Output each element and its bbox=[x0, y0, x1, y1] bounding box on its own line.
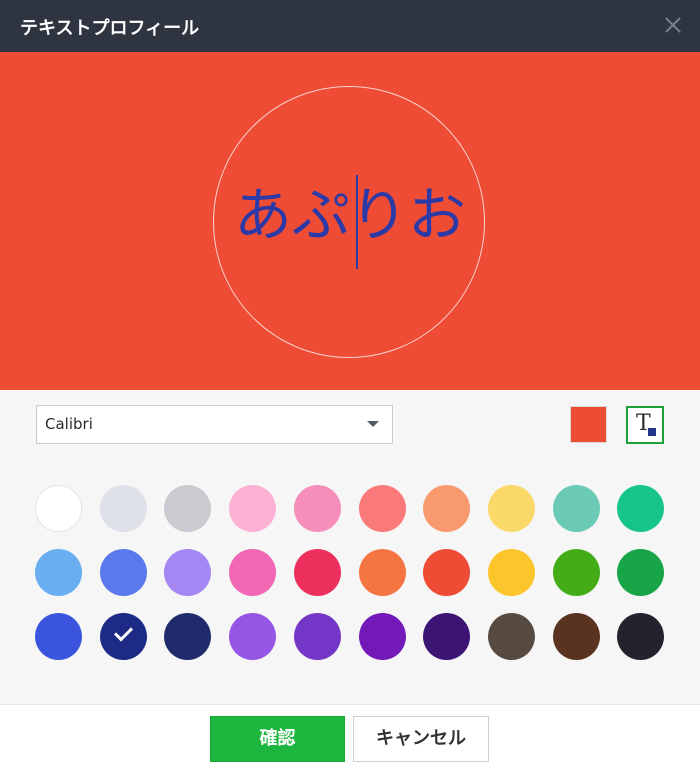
color-swatch[interactable] bbox=[100, 485, 147, 532]
color-swatch[interactable] bbox=[35, 485, 82, 532]
color-swatch[interactable] bbox=[294, 613, 341, 660]
text-color-button[interactable]: T bbox=[626, 406, 664, 444]
color-swatch[interactable] bbox=[294, 549, 341, 596]
color-swatch[interactable] bbox=[488, 485, 535, 532]
close-icon[interactable] bbox=[660, 12, 686, 38]
font-dropdown-value: Calibri bbox=[45, 415, 93, 433]
color-swatch[interactable] bbox=[488, 549, 535, 596]
text-preview: あぷりお bbox=[0, 52, 700, 390]
color-swatch[interactable] bbox=[229, 613, 276, 660]
style-panel: Calibri T bbox=[0, 390, 700, 704]
color-swatch[interactable] bbox=[617, 613, 664, 660]
color-swatch[interactable] bbox=[617, 549, 664, 596]
dialog-footer: 確認 キャンセル bbox=[0, 704, 700, 774]
color-swatch[interactable] bbox=[553, 549, 600, 596]
color-swatch[interactable] bbox=[35, 549, 82, 596]
color-palette bbox=[35, 485, 665, 661]
confirm-button[interactable]: 確認 bbox=[210, 716, 345, 762]
color-swatch[interactable] bbox=[229, 549, 276, 596]
color-swatch[interactable] bbox=[100, 613, 147, 660]
color-swatch[interactable] bbox=[553, 613, 600, 660]
window-title: テキストプロフィール bbox=[20, 18, 200, 39]
checkmark-icon bbox=[113, 622, 134, 642]
color-swatch[interactable] bbox=[164, 613, 211, 660]
color-swatch[interactable] bbox=[164, 485, 211, 532]
color-swatch[interactable] bbox=[294, 485, 341, 532]
title-bar: テキストプロフィール bbox=[0, 0, 700, 52]
background-color-button[interactable] bbox=[570, 406, 607, 443]
color-swatch[interactable] bbox=[229, 485, 276, 532]
color-swatch[interactable] bbox=[553, 485, 600, 532]
color-swatch[interactable] bbox=[359, 549, 406, 596]
font-dropdown[interactable]: Calibri bbox=[36, 405, 393, 444]
color-swatch[interactable] bbox=[359, 485, 406, 532]
color-swatch[interactable] bbox=[423, 549, 470, 596]
color-swatch[interactable] bbox=[423, 613, 470, 660]
preview-text[interactable]: あぷりお bbox=[0, 183, 700, 247]
text-cursor bbox=[356, 175, 358, 269]
color-swatch[interactable] bbox=[359, 613, 406, 660]
color-swatch[interactable] bbox=[488, 613, 535, 660]
chevron-down-icon bbox=[367, 421, 379, 427]
cancel-button[interactable]: キャンセル bbox=[353, 716, 489, 762]
color-swatch[interactable] bbox=[164, 549, 211, 596]
color-swatch[interactable] bbox=[100, 549, 147, 596]
color-swatch[interactable] bbox=[423, 485, 470, 532]
text-color-indicator bbox=[648, 428, 656, 436]
color-swatch[interactable] bbox=[35, 613, 82, 660]
color-swatch[interactable] bbox=[617, 485, 664, 532]
